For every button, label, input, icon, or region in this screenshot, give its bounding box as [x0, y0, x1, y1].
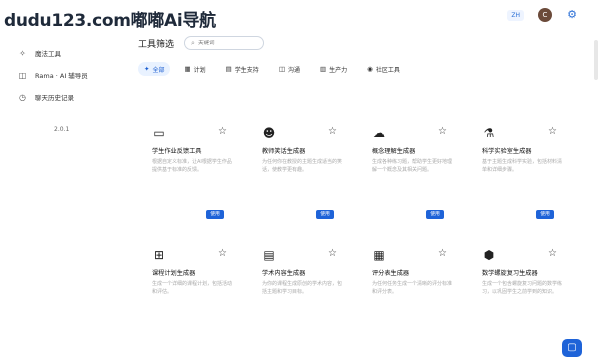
star-icon[interactable]: ☆ — [548, 126, 557, 137]
watermark-text: dudu123.com嘟嘟Ai导航 — [4, 11, 216, 31]
calendar-icon: ▦ — [184, 65, 191, 73]
laughing-face-icon: ☻ — [262, 126, 276, 140]
language-switch[interactable]: ZH — [507, 9, 524, 21]
tab-communication[interactable]: ◫ 沟通 — [273, 62, 306, 76]
star-icon[interactable]: ☆ — [438, 248, 447, 259]
card-title: 学术内容生成器 — [262, 270, 306, 277]
star-icon[interactable]: ☆ — [328, 248, 337, 259]
sidebar-item-magic-tools[interactable]: ✧ 魔法工具 — [0, 42, 120, 64]
sparkle-icon: ✦ — [144, 65, 150, 73]
use-button[interactable]: 使用 — [206, 210, 224, 219]
book-icon: ▤ — [225, 65, 232, 73]
use-button[interactable]: 使用 — [426, 210, 444, 219]
card-title: 科学实验室生成器 — [482, 148, 532, 155]
star-icon[interactable]: ☆ — [328, 126, 337, 137]
tool-card[interactable]: ▤ ☆ 学术内容生成器 为你的课程生成原创的学术内容，包括主题和学习目标。 — [248, 240, 348, 350]
search-icon: ⌕ — [191, 38, 195, 47]
tool-card[interactable]: ⊞ ☆ 课程计划生成器 生成一个详细的课程计划，包括活动和评估。 — [138, 240, 238, 350]
card-description: 为任何你在教授的主题生成适当的笑话，使教学更有趣。 — [262, 159, 343, 173]
star-icon[interactable]: ☆ — [438, 126, 447, 137]
page-title: 工具筛选 — [138, 39, 175, 50]
tool-card[interactable]: ☁ ☆ 概念理解生成器 生成各种练习题，帮助学生更好地理解一个概念及其相关问题。… — [358, 118, 458, 228]
main-content: 工具筛选 ⌕ ✦ 全部 ▦ 计划 ▤ 学生支持 ◫ 沟通 ▥ 生产力 ◉ 社区工… — [138, 36, 578, 76]
gear-icon[interactable]: ⚙ — [566, 9, 578, 21]
tool-card[interactable]: ▭ ☆ 学生作业反馈工具 根据自定义标准，让AI根据学生作品提供基于标准的反馈。… — [138, 118, 238, 228]
tab-student-support[interactable]: ▤ 学生支持 — [220, 62, 265, 76]
tab-community[interactable]: ◉ 社区工具 — [361, 62, 406, 76]
tab-label: 学生支持 — [234, 66, 259, 74]
chat-fab-button[interactable]: ▢ — [562, 339, 582, 357]
tab-planning[interactable]: ▦ 计划 — [178, 62, 211, 76]
document-icon: ▤ — [263, 248, 275, 262]
sidebar: ✧ 魔法工具 ◫ Rama · AI 辅导员 ◷ 聊天历史记录 2.0.1 — [0, 0, 120, 360]
sidebar-nav: ✧ 魔法工具 ◫ Rama · AI 辅导员 ◷ 聊天历史记录 — [0, 42, 120, 108]
avatar[interactable]: C — [538, 8, 552, 22]
math-icon: ⬢ — [483, 248, 495, 262]
card-description: 为任何任务生成一个清晰的评分标准和评分表。 — [372, 281, 453, 295]
tool-card[interactable]: ▦ ☆ 评分表生成器 为任何任务生成一个清晰的评分标准和评分表。 — [358, 240, 458, 350]
star-icon[interactable]: ☆ — [548, 248, 557, 259]
tab-label: 全部 — [152, 66, 165, 74]
cloud-icon: ☁ — [373, 126, 385, 140]
use-button[interactable]: 使用 — [536, 210, 554, 219]
card-description: 基于主题生成科学实验，包括材料清单和详细步骤。 — [482, 159, 563, 173]
category-tabs: ✦ 全部 ▦ 计划 ▤ 学生支持 ◫ 沟通 ▥ 生产力 ◉ 社区工具 — [138, 62, 578, 76]
chart-icon: ▥ — [319, 65, 327, 73]
grid-icon: ▦ — [373, 248, 385, 262]
card-title: 课程计划生成器 — [152, 270, 196, 277]
tab-label: 计划 — [193, 66, 206, 74]
tab-productivity[interactable]: ▥ 生产力 — [314, 62, 353, 76]
sidebar-item-history[interactable]: ◷ 聊天历史记录 — [0, 86, 120, 108]
star-icon[interactable]: ☆ — [218, 126, 227, 137]
tab-all[interactable]: ✦ 全部 — [138, 62, 171, 76]
top-bar-actions: ZH C ⚙ — [507, 8, 578, 22]
sparkle-icon: ✧ — [19, 48, 26, 58]
search-box[interactable]: ⌕ — [184, 36, 265, 50]
chat-bubble-icon: ▢ — [567, 342, 577, 353]
scrollbar[interactable] — [594, 40, 598, 80]
star-icon[interactable]: ☆ — [218, 248, 227, 259]
sidebar-item-label: Rama · AI 辅导员 — [35, 72, 88, 80]
version-label: 2.0.1 — [54, 126, 70, 133]
card-description: 生成各种练习题，帮助学生更好地理解一个概念及其相关问题。 — [372, 159, 453, 173]
sidebar-item-label: 魔法工具 — [35, 50, 61, 58]
message-icon: ◫ — [278, 65, 285, 73]
plan-icon: ⊞ — [153, 248, 165, 262]
sidebar-item-label: 聊天历史记录 — [35, 94, 74, 102]
book-open-icon: ▭ — [153, 126, 165, 140]
card-title: 数学螺旋复习生成器 — [482, 270, 538, 277]
search-input[interactable] — [197, 40, 258, 46]
tool-card[interactable]: ⬢ ☆ 数学螺旋复习生成器 生成一个包含螺旋复习问题的数学练习，以巩固学生之前学… — [468, 240, 568, 350]
tool-card[interactable]: ⚗ ☆ 科学实验室生成器 基于主题生成科学实验，包括材料清单和详细步骤。 使用 — [468, 118, 568, 228]
card-description: 生成一个包含螺旋复习问题的数学练习，以巩固学生之前学到的知识。 — [482, 281, 563, 295]
tab-label: 生产力 — [329, 66, 348, 74]
card-title: 概念理解生成器 — [372, 148, 416, 155]
card-description: 根据自定义标准，让AI根据学生作品提供基于标准的反馈。 — [152, 159, 232, 173]
card-title: 学生作业反馈工具 — [152, 148, 202, 155]
card-title: 教师笑话生成器 — [262, 148, 306, 155]
tab-label: 沟通 — [287, 66, 300, 74]
filter-row: 工具筛选 ⌕ — [138, 36, 578, 50]
chat-icon: ◫ — [18, 70, 27, 80]
sidebar-item-rama[interactable]: ◫ Rama · AI 辅导员 — [0, 64, 120, 86]
card-title: 评分表生成器 — [372, 270, 410, 277]
tool-card[interactable]: ☻ ☆ 教师笑话生成器 为任何你在教授的主题生成适当的笑话，使教学更有趣。 使用 — [248, 118, 348, 228]
card-description: 生成一个详细的课程计划，包括活动和评估。 — [152, 281, 233, 295]
use-button[interactable]: 使用 — [316, 210, 334, 219]
history-icon: ◷ — [19, 92, 26, 102]
tab-label: 社区工具 — [375, 66, 400, 74]
card-description: 为你的课程生成原创的学术内容，包括主题和学习目标。 — [262, 281, 343, 295]
community-icon: ◉ — [367, 65, 373, 73]
flask-icon: ⚗ — [483, 126, 495, 140]
